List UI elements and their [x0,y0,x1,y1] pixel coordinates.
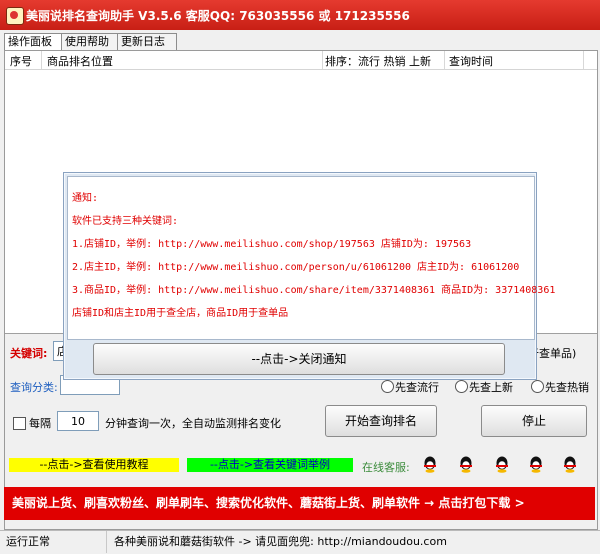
qq-icon[interactable] [421,455,439,473]
interval-label: 每隔 [29,417,51,430]
keyword-label: 关键词: [10,347,48,360]
notification-dialog: 通知: 软件已支持三种关键词: 1.店铺ID，举例: http://www.me… [63,172,555,380]
interval-suffix: 分钟查询一次，全自动监测排名变化 [105,417,281,430]
list-header: 序号 商品排名位置 排序：流行 热销 上新 查询时间 [5,51,597,70]
radio-hot-label: 先查热销 [545,381,589,394]
keyword-examples-link[interactable]: --点击->查看关键词举例 [187,458,353,472]
status-info[interactable]: 各种美丽说和蘑菇街软件 -> 请见面兜兜: http://miandoudou.… [114,531,454,553]
radio-new-label: 先查上新 [469,381,513,394]
qq-icon[interactable] [527,455,545,473]
column-header-sort[interactable]: 排序：流行 热销 上新 [325,53,431,69]
column-divider [322,51,323,69]
interval-input[interactable]: 10 [57,411,99,431]
status-bar: 运行正常 各种美丽说和蘑菇街软件 -> 请见面兜兜: http://miando… [0,530,600,554]
tab-help[interactable]: 使用帮助 [61,33,121,50]
notice-line: 1.店铺ID，举例: http://www.meilishuo.com/shop… [72,239,472,250]
qq-icon[interactable] [457,455,475,473]
app-icon [6,7,24,25]
title-bar: 美丽说排名查询助手 V3.5.6 客服QQ: 763035556 或 17123… [0,0,600,30]
window-title: 美丽说排名查询助手 V3.5.6 客服QQ: 763035556 或 17123… [26,9,410,23]
qq-icon[interactable] [493,455,511,473]
qq-icon[interactable] [561,455,579,473]
start-query-button[interactable]: 开始查询排名 [325,405,437,437]
online-service-label: 在线客服: [362,461,410,474]
promo-banner[interactable]: 美丽说上货、刷喜欢粉丝、刷单刷车、搜索优化软件、蘑菇街上货、刷单软件 → 点击打… [4,487,595,520]
notification-text-area: 通知: 软件已支持三种关键词: 1.店铺ID，举例: http://www.me… [67,176,555,340]
category-label: 查询分类: [10,381,58,394]
status-state: 运行正常 [6,531,107,553]
notice-line: 2.店主ID，举例: http://www.meilishuo.com/pers… [72,262,520,273]
column-header-time[interactable]: 查询时间 [449,53,493,69]
tutorial-link[interactable]: --点击->查看使用教程 [9,458,179,472]
tab-operation-panel[interactable]: 操作面板 [4,33,64,50]
stop-button[interactable]: 停止 [481,405,587,437]
radio-popular-label: 先查流行 [395,381,439,394]
interval-checkbox[interactable] [13,417,26,430]
radio-new[interactable] [455,380,468,393]
column-divider [41,51,42,69]
column-header-index[interactable]: 序号 [10,53,32,69]
promo-banner-text: 美丽说上货、刷喜欢粉丝、刷单刷车、搜索优化软件、蘑菇街上货、刷单软件 → 点击打… [12,496,525,510]
column-header-position[interactable]: 商品排名位置 [47,53,113,69]
column-divider [444,51,445,69]
radio-hot[interactable] [531,380,544,393]
notice-line: 店铺ID和店主ID用于查全店，商品ID用于查单品 [72,308,289,319]
notice-line: 通知: [72,193,99,204]
tab-changelog[interactable]: 更新日志 [117,33,177,50]
column-divider [583,51,584,69]
close-notification-button[interactable]: --点击->关闭通知 [93,343,505,375]
radio-popular[interactable] [381,380,394,393]
notice-line: 软件已支持三种关键词: [72,216,179,227]
notice-line: 3.商品ID，举例: http://www.meilishuo.com/shar… [72,285,556,296]
